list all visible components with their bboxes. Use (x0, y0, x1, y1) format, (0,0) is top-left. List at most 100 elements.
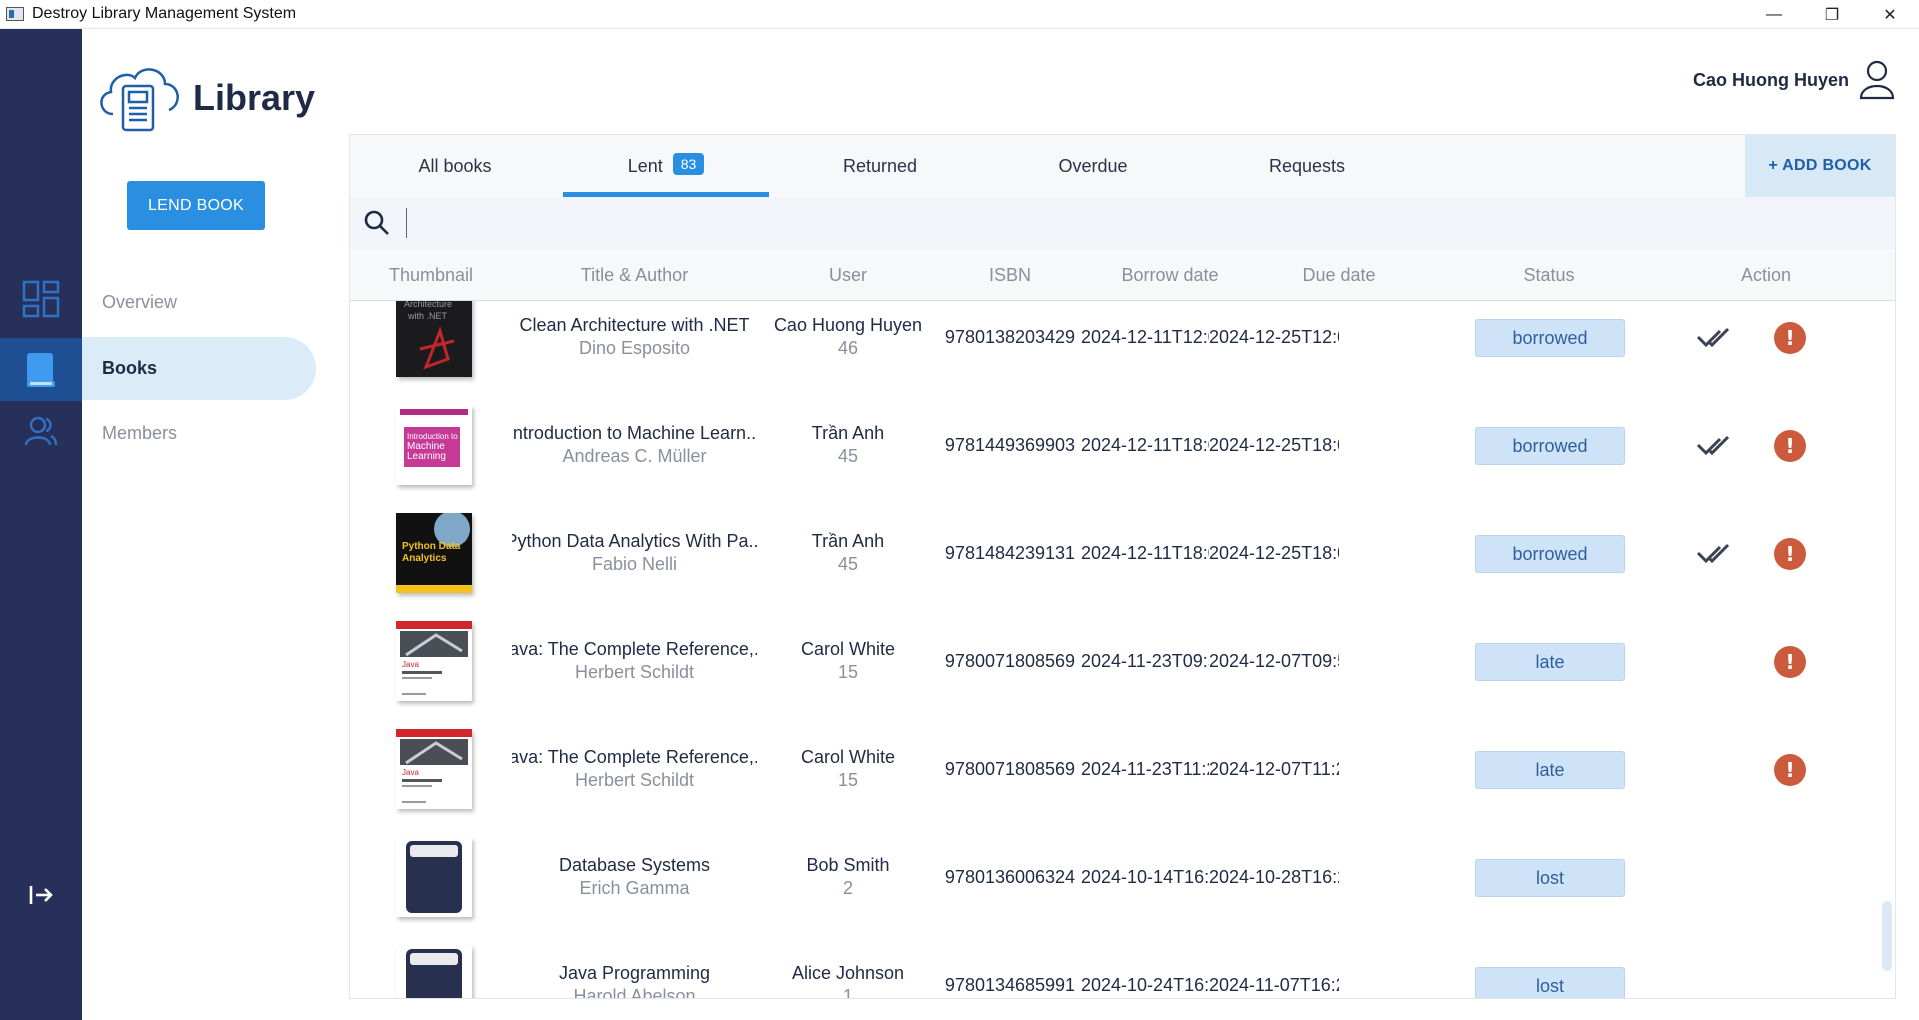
tab-returned-label: Returned (842, 155, 918, 176)
nav-books[interactable]: Books (82, 337, 316, 400)
table-row[interactable]: Introduction to Machine Learning Introducti… (350, 391, 1895, 499)
members-icon (24, 416, 58, 445)
report-issue-icon[interactable]: ! (1774, 538, 1806, 570)
status-badge: late (1475, 751, 1625, 789)
isbn-cell: 9781484239131 (944, 542, 1076, 563)
report-issue-icon[interactable]: ! (1774, 322, 1806, 354)
user-cell: Carol White 15 (757, 715, 939, 823)
add-book-button[interactable]: + ADD BOOK (1745, 135, 1895, 197)
user-menu[interactable]: Cao Huong Huyen (1693, 60, 1895, 100)
table-row[interactable]: Java Programming Harold Abelson Alice John… (350, 931, 1895, 999)
lend-book-button[interactable]: LEND BOOK (127, 181, 265, 230)
cloud-book-logo-icon (100, 68, 179, 132)
brand-title: Library (193, 77, 316, 118)
svg-text:Architecture: Architecture (404, 301, 452, 309)
book-title: Python Data Analytics With Pa... (512, 531, 757, 551)
table-body: Architecture with .NET Clean Architecture … (350, 301, 1895, 999)
mark-returned-icon[interactable] (1696, 433, 1736, 459)
table-row[interactable]: Python Data Analytics Python Data Analytic… (350, 499, 1895, 607)
user-cell: Alice Johnson 1 (757, 931, 939, 999)
maximize-button[interactable]: ❐ (1803, 0, 1861, 29)
book-author: Herbert Schildt (574, 770, 695, 790)
scrollbar-thumb[interactable] (1882, 901, 1892, 971)
title-author-cell: Python Data Analytics With Pa... Fabio Ne… (512, 499, 757, 607)
rail-overview[interactable] (0, 267, 82, 330)
tab-overdue-label: Overdue (1058, 155, 1128, 176)
user-id-cell: 46 (837, 338, 859, 358)
status-badge: borrowed (1475, 319, 1625, 357)
isbn-cell: 9780136006324 (944, 866, 1076, 887)
borrow-date-cell: 2024-11-23T11:2... (1081, 758, 1209, 779)
mark-returned-icon[interactable] (1696, 541, 1736, 567)
rail-members[interactable] (0, 399, 82, 462)
title-author-cell: Java: The Complete Reference,... Herbert … (512, 607, 757, 715)
user-id-cell: 45 (837, 554, 859, 574)
status-badge: lost (1475, 967, 1625, 998)
title-author-cell: Java Programming Harold Abelson (512, 931, 757, 999)
book-icon (27, 352, 55, 387)
svg-text:Java: Java (402, 660, 419, 669)
book-title: Database Systems (558, 855, 711, 875)
search-icon[interactable] (362, 208, 392, 238)
tab-bar: All books Lent 83 Returned Overdue Reques… (350, 135, 1895, 197)
tab-returned[interactable]: Returned (775, 135, 985, 197)
table-row[interactable]: Architecture with .NET Clean Architecture … (350, 301, 1895, 391)
svg-text:Learning: Learning (407, 451, 446, 462)
tab-requests[interactable]: Requests (1202, 135, 1412, 197)
search-bar (350, 197, 1895, 249)
window-titlebar: Destroy Library Management System — ❐ ✕ (0, 0, 1919, 29)
report-issue-icon[interactable]: ! (1774, 754, 1806, 786)
user-id-cell: 15 (837, 662, 859, 682)
due-date-cell: 2024-12-07T11:2... (1209, 758, 1339, 779)
user-avatar-icon (1859, 60, 1895, 100)
borrow-date-cell: 2024-12-11T12:0... (1081, 326, 1209, 347)
table-header: Thumbnail Title & Author User ISBN Borro… (350, 249, 1895, 301)
due-date-cell: 2024-12-07T09:5... (1209, 650, 1339, 671)
mark-returned-icon[interactable] (1696, 325, 1736, 351)
table-row[interactable]: Java Java: The Complete Reference,... Herb… (350, 607, 1895, 715)
user-cell: Bob Smith 2 (757, 823, 939, 931)
icon-rail (0, 29, 82, 1020)
status-badge: borrowed (1475, 427, 1625, 465)
report-issue-icon[interactable]: ! (1774, 646, 1806, 678)
tab-all-books[interactable]: All books (350, 135, 560, 197)
user-id-cell: 15 (837, 770, 859, 790)
isbn-cell: 9780138203429 (944, 326, 1076, 347)
logout-button[interactable] (0, 875, 82, 915)
book-author: Fabio Nelli (591, 554, 678, 574)
tab-overdue[interactable]: Overdue (988, 135, 1198, 197)
header-status: Status (1523, 264, 1575, 285)
search-input[interactable] (406, 208, 1806, 238)
book-cover-thumbnail: Architecture with .NET (396, 301, 472, 377)
nav-overview[interactable]: Overview (82, 271, 316, 334)
borrow-date-cell: 2024-10-24T16:2... (1081, 974, 1209, 995)
user-id-cell: 1 (842, 986, 853, 999)
book-author: Andreas C. Müller (562, 446, 707, 466)
header-title-author: Title & Author (580, 264, 689, 285)
brand: Library (93, 60, 315, 136)
table-row[interactable]: Database Systems Erich Gamma Bob Smith 2 978… (350, 823, 1895, 931)
header-user: User (828, 264, 867, 285)
close-button[interactable]: ✕ (1861, 0, 1919, 29)
book-title: Introduction to Machine Learn... (512, 423, 757, 443)
report-issue-icon[interactable]: ! (1774, 430, 1806, 462)
book-title: Clean Architecture with .NET (519, 315, 750, 335)
rail-books[interactable] (0, 338, 82, 401)
borrow-date-cell: 2024-11-23T09:5... (1081, 650, 1209, 671)
table-row[interactable]: Java Java: The Complete Reference,... Herb… (350, 715, 1895, 823)
book-title: Java: The Complete Reference,... (512, 639, 757, 659)
book-author: Harold Abelson (573, 986, 696, 999)
user-cell: Trần Anh 45 (757, 499, 939, 607)
due-date-cell: 2024-11-07T16:2... (1209, 974, 1339, 995)
tab-lent[interactable]: Lent 83 (563, 135, 769, 197)
tab-requests-label: Requests (1268, 155, 1346, 176)
minimize-button[interactable]: — (1745, 0, 1803, 29)
title-author-cell: Database Systems Erich Gamma (512, 823, 757, 931)
status-badge: borrowed (1475, 535, 1625, 573)
nav-members[interactable]: Members (82, 402, 316, 465)
header-due-date: Due date (1302, 264, 1376, 285)
header-thumbnail: Thumbnail (388, 264, 474, 285)
user-name-cell: Cao Huong Huyen (773, 315, 923, 335)
isbn-cell: 9780071808569 (944, 758, 1076, 779)
title-author-cell: Introduction to Machine Learn... Andreas … (512, 391, 757, 499)
